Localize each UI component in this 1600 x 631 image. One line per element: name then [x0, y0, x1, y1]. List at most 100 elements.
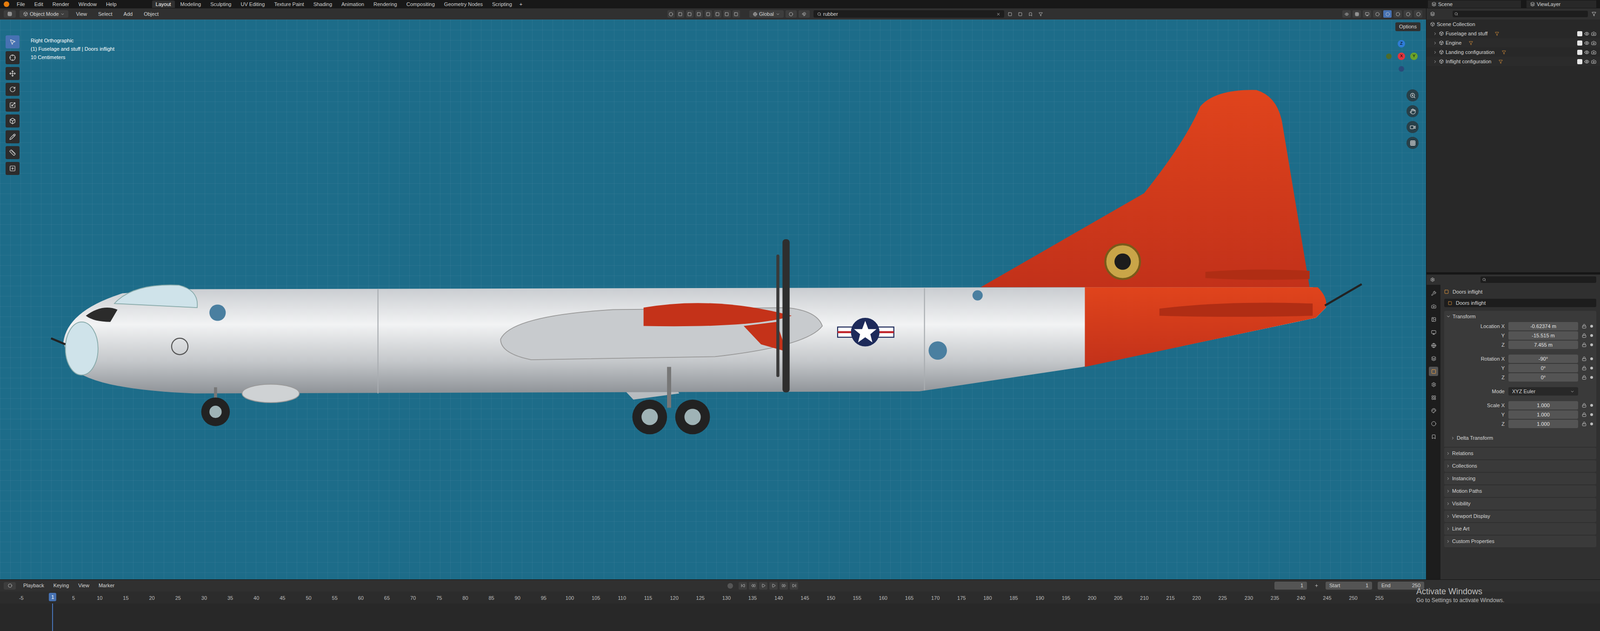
shading-icon[interactable]	[1342, 10, 1351, 18]
subpanel-header[interactable]: Collections	[1444, 460, 1597, 472]
shading-icon[interactable]	[1413, 10, 1423, 18]
shading-icon[interactable]	[1362, 10, 1372, 18]
lock-icon[interactable]	[1581, 356, 1587, 361]
tool-button[interactable]	[5, 114, 20, 128]
timeline-track[interactable]	[0, 603, 1600, 631]
aircraft-model[interactable]	[0, 19, 1427, 580]
workspace-tab[interactable]: Compositing	[402, 0, 439, 8]
properties-tab[interactable]	[1428, 379, 1439, 389]
value-field[interactable]: -0.62374 m	[1508, 321, 1579, 331]
viewport-menu[interactable]: Object	[140, 10, 163, 19]
properties-tab[interactable]	[1428, 418, 1439, 428]
keyframe-dot-icon[interactable]	[1590, 357, 1594, 360]
clear-icon[interactable]	[996, 12, 1001, 17]
tool-button[interactable]	[5, 51, 20, 65]
properties-tab[interactable]	[1428, 353, 1439, 363]
include-checkbox[interactable]	[1577, 49, 1583, 55]
options-button[interactable]: Options	[1395, 22, 1421, 32]
record-icon[interactable]	[727, 582, 734, 589]
header-tool-icon[interactable]	[713, 10, 722, 18]
workspace-tab[interactable]: Texture Paint	[270, 0, 308, 8]
end-frame-field[interactable]: End250	[1377, 581, 1425, 590]
properties-tab[interactable]	[1428, 327, 1439, 337]
search-field[interactable]: rubber	[813, 10, 1005, 19]
menu-item[interactable]: Window	[76, 0, 99, 9]
nav-button[interactable]	[1406, 89, 1419, 102]
lock-icon[interactable]	[1581, 365, 1587, 371]
workspace-tab[interactable]: Geometry Nodes	[440, 0, 487, 8]
nav-button[interactable]	[1406, 105, 1419, 118]
filter-icon[interactable]	[1026, 10, 1035, 18]
tool-button[interactable]	[5, 82, 20, 96]
shading-icon[interactable]	[1373, 10, 1382, 18]
include-checkbox[interactable]	[1577, 40, 1583, 46]
workspace-tab[interactable]: Animation	[337, 0, 368, 8]
nav-button[interactable]	[1406, 120, 1419, 134]
snap-icon[interactable]	[798, 10, 810, 18]
include-checkbox[interactable]	[1577, 31, 1583, 37]
keyframe-dot-icon[interactable]	[1590, 403, 1594, 407]
editor-type-icon[interactable]	[3, 581, 16, 590]
mode-dropdown[interactable]: XYZ Euler	[1508, 386, 1579, 396]
header-tool-icon[interactable]	[723, 10, 731, 18]
subpanel-header[interactable]: Custom Properties	[1444, 535, 1597, 547]
current-frame-field[interactable]: 1	[1274, 581, 1307, 590]
viewport-menu[interactable]: Select	[94, 10, 117, 19]
value-field[interactable]: -15.515 m	[1508, 331, 1579, 340]
outliner-row[interactable]: Fuselage and stuff	[1426, 28, 1600, 39]
shading-icon[interactable]	[1383, 10, 1392, 18]
subpanel-header[interactable]: Line Art	[1444, 522, 1597, 535]
viewport-menu[interactable]: View	[72, 10, 91, 19]
value-field[interactable]: 1.000	[1508, 400, 1579, 410]
tool-button[interactable]	[5, 146, 20, 160]
expand-icon[interactable]	[1433, 50, 1438, 55]
properties-tab[interactable]	[1428, 366, 1439, 376]
gizmo-axis[interactable]: Z	[1397, 40, 1406, 48]
render-icon[interactable]	[1591, 59, 1597, 65]
gizmo-neg-axis[interactable]	[1386, 53, 1392, 60]
shading-icon[interactable]	[1393, 10, 1402, 18]
playback-button[interactable]	[759, 581, 768, 590]
timeline-menu[interactable]: Keying	[51, 581, 72, 590]
pivot-icon[interactable]	[785, 10, 797, 18]
menu-item[interactable]: Render	[50, 0, 72, 9]
lock-icon[interactable]	[1581, 421, 1587, 427]
scene-selector[interactable]: Scene	[1427, 0, 1521, 9]
properties-tab[interactable]	[1428, 288, 1439, 298]
workspace-tab[interactable]: Sculpting	[206, 0, 235, 8]
keyframe-dot-icon[interactable]	[1590, 422, 1594, 426]
properties-tab[interactable]	[1428, 340, 1439, 350]
subpanel-header[interactable]: Viewport Display	[1444, 510, 1597, 522]
visibility-icon[interactable]	[1584, 31, 1590, 37]
workspace-tab[interactable]: UV Editing	[236, 0, 269, 8]
workspace-tab[interactable]: Scripting	[488, 0, 516, 8]
add-workspace-button[interactable]: +	[517, 0, 525, 9]
keyframe-dot-icon[interactable]	[1590, 324, 1594, 328]
subpanel-header[interactable]: Relations	[1444, 447, 1597, 460]
menu-item[interactable]: File	[14, 0, 27, 9]
playback-button[interactable]	[779, 581, 788, 590]
transform-panel-header[interactable]: Transform	[1444, 310, 1597, 322]
header-tool-icon[interactable]	[732, 10, 740, 18]
navigation-gizmo[interactable]: ZYX	[1385, 40, 1418, 73]
visibility-icon[interactable]	[1584, 49, 1590, 55]
value-field[interactable]: 1.000	[1508, 410, 1579, 419]
gizmo-axis[interactable]: Y	[1410, 52, 1418, 60]
timeline-menu[interactable]: Marker	[96, 581, 117, 590]
editor-type-icon[interactable]	[3, 10, 16, 18]
workspace-tab[interactable]: Shading	[309, 0, 336, 8]
tool-button[interactable]	[5, 161, 20, 175]
expand-icon[interactable]	[1433, 40, 1438, 46]
properties-tab[interactable]	[1428, 301, 1439, 311]
tool-button[interactable]	[5, 66, 20, 80]
subpanel-header[interactable]: Motion Paths	[1444, 485, 1597, 497]
mode-dropdown[interactable]: Object Mode	[19, 10, 69, 19]
menu-item[interactable]: Edit	[32, 0, 46, 9]
timeline-menu[interactable]: Playback	[21, 581, 47, 590]
filter-icon[interactable]	[1016, 10, 1025, 18]
workspace-tab[interactable]: Layout	[152, 0, 175, 8]
playback-button[interactable]	[789, 581, 799, 590]
render-icon[interactable]	[1591, 40, 1597, 46]
outliner-row[interactable]: Inflight configuration	[1426, 56, 1600, 67]
filter-icon[interactable]	[1591, 11, 1597, 17]
